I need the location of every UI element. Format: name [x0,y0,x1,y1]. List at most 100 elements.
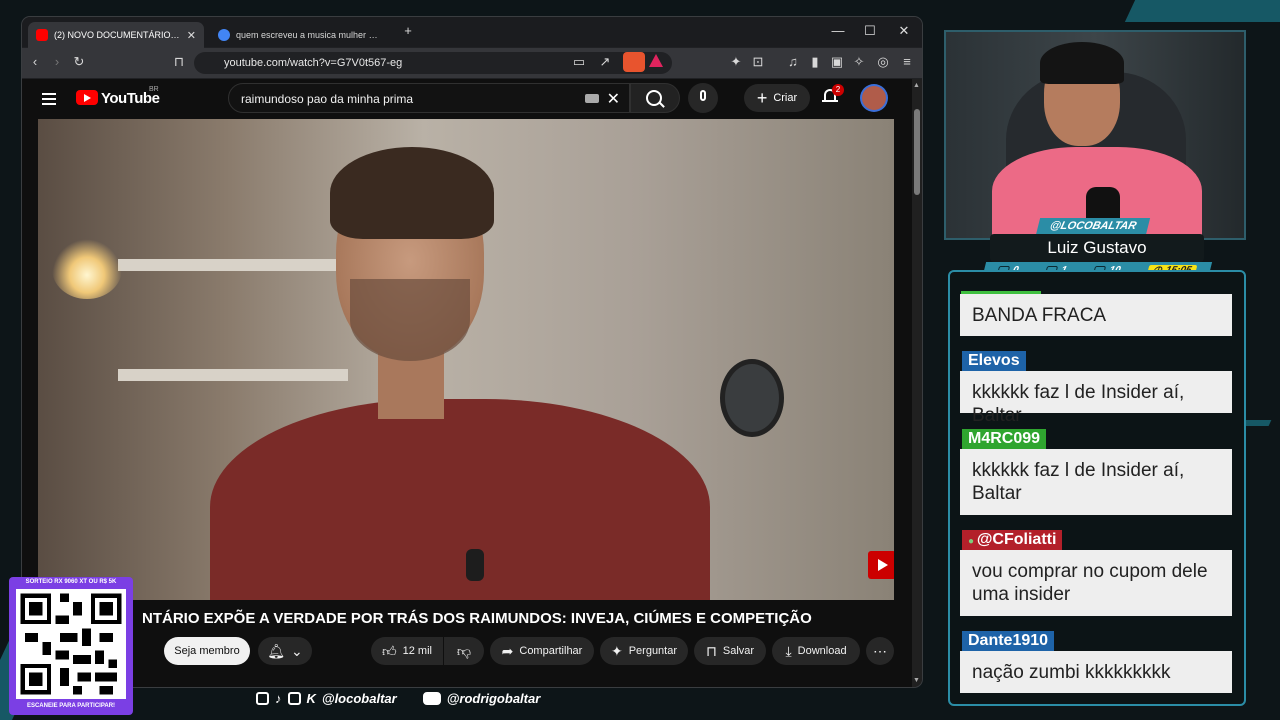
lapel-mic [466,549,484,581]
share-icon[interactable]: ↗ [596,54,614,70]
extensions-icon[interactable]: ✦ [727,54,745,70]
more-icon: ⋯ [873,642,887,659]
instagram-icon [256,691,269,705]
vpn-icon[interactable]: ◎ [874,54,892,70]
download-icon: ⤓ [785,642,792,659]
video-title: NTÁRIO EXPÕE A VERDADE POR TRÁS DOS RAIM… [142,610,812,627]
streamer-handle: @LOCOBALTAR [1035,218,1151,235]
webcam-feed [944,30,1246,240]
plus-icon: + [756,88,768,108]
close-tab-icon[interactable]: ✕ [187,29,196,42]
giveaway-cta: ESCANEIE PARA PARTICIPAR! [26,703,116,709]
chat-username: Elevos [962,351,1026,371]
kick-icon: K [306,690,316,706]
scrollbar-thumb[interactable] [914,109,920,195]
lamp [52,239,122,299]
like-count: 12 mil [402,645,432,657]
clear-search-icon[interactable]: ✕ [607,89,620,109]
social-handle: @locobaltar [321,690,397,706]
chat-message: kkkkkk faz l de Insider aí, Baltar [960,449,1232,515]
ask-label: Perguntar [628,645,678,657]
reload-icon[interactable]: ↻ [70,54,88,70]
chat-message: nação zumbi kkkkkkkkk [960,651,1232,693]
tab-title: quem escreveu a musica mulher de fases -… [236,30,382,40]
youtube-logo-icon[interactable] [76,90,98,105]
create-button[interactable]: + Criar [744,84,810,112]
join-member-button[interactable]: Seja membro [164,637,250,665]
chevron-down-icon: ⌄ [291,642,303,659]
streamer-name: Luiz Gustavo [990,234,1204,262]
google-favicon-icon [218,29,230,41]
account-avatar[interactable] [862,86,886,110]
bell-icon: 🔔︎ [267,642,286,659]
search-input[interactable]: raimundoso pao da minha prima ✕ [228,83,630,113]
browser-window: (2) NOVO DOCUMENTÁRIO EXPÕE ✕ quem escre… [22,17,922,687]
cast-icon[interactable]: ▭ [570,54,588,70]
minimize-icon[interactable]: — [828,23,848,38]
forward-icon[interactable]: › [48,54,66,69]
tab-google[interactable]: quem escreveu a musica mulher de fases -… [210,22,390,48]
person-shirt [210,399,710,600]
maximize-icon[interactable]: ☐ [860,23,880,39]
search-value: raimundoso pao da minha prima [241,92,414,106]
like-button[interactable]: 👍︎ 12 mil [371,637,443,665]
chat-message: kkkkkk faz l de Insider aí, Baltar [960,371,1232,426]
youtube-icon [422,691,441,705]
shelf [118,369,348,381]
music-icon[interactable]: ♫ [784,54,802,69]
dislike-button[interactable]: 👎︎ [444,637,484,665]
url-text: youtube.com/watch?v=G7V0t567-eg [224,57,403,69]
youtube-handle: @rodrigobaltar [446,690,541,706]
keyboard-icon[interactable] [585,94,599,103]
download-button[interactable]: ⤓ Download [772,637,860,665]
chat-message: BANDA FRACA [960,294,1232,336]
notification-badge: 2 [832,84,844,96]
bookmark-icon[interactable]: ⊓ [170,54,188,70]
verified-icon: ● [968,536,977,547]
giveaway-title: SORTEIO RX 9060 XT OU R$ 5K [25,579,117,585]
qr-code-icon [16,589,126,699]
channel-watermark-icon[interactable] [868,551,894,579]
tab-strip: (2) NOVO DOCUMENTÁRIO EXPÕE ✕ quem escre… [22,17,922,48]
tab-title: (2) NOVO DOCUMENTÁRIO EXPÕE [54,30,181,40]
wallet-icon[interactable]: ▣ [828,54,846,70]
video-player[interactable] [38,119,894,600]
new-tab-icon[interactable]: + [398,23,418,38]
chat-message: vou comprar no cupom dele uma insider [960,550,1232,616]
background-streak [1124,0,1280,22]
leo-ai-icon[interactable]: ✧ [850,54,868,70]
screenshot-icon[interactable]: ⊡ [749,54,767,70]
more-actions-button[interactable]: ⋯ [866,637,894,665]
save-button[interactable]: ⊓ Salvar [694,637,766,665]
scrollbar[interactable]: ▲ ▼ [912,79,922,687]
youtube-header: YouTube BR raimundoso pao da minha prima… [22,79,912,119]
back-icon[interactable]: ‹ [26,54,44,69]
create-label: Criar [773,92,798,104]
sidebar-icon[interactable]: ▮ [806,54,824,70]
close-window-icon[interactable]: ✕ [894,23,914,39]
thumbs-down-icon: 👎︎ [456,642,472,659]
brave-rewards-icon[interactable] [649,54,663,67]
hamburger-menu-icon[interactable] [42,90,56,108]
menu-icon[interactable]: ≡ [898,54,916,69]
tab-youtube[interactable]: (2) NOVO DOCUMENTÁRIO EXPÕE ✕ [28,22,204,48]
scroll-up-icon[interactable]: ▲ [913,82,920,89]
voice-search-icon[interactable] [688,83,718,113]
search-button[interactable] [630,83,680,113]
share-button[interactable]: ➦ Compartilhar [490,637,594,665]
subscription-bell-button[interactable]: 🔔︎ ⌄ [258,637,312,665]
chat-username: ● @CFoliatti [962,530,1063,550]
chat-username: M4RC099 [962,429,1047,449]
ask-button[interactable]: ✦ Perguntar [600,637,688,665]
giveaway-qr-card: SORTEIO RX 9060 XT OU R$ 5K ESCANEIE PAR… [9,577,133,715]
toolbar: ‹ › ↻ ⊓ youtube.com/watch?v=G7V0t567-eg … [22,48,922,78]
scroll-down-icon[interactable]: ▼ [913,677,920,684]
youtube-page: YouTube BR raimundoso pao da minha prima… [22,79,912,687]
save-bookmark-icon: ⊓ [705,642,717,659]
save-label: Salvar [722,645,755,657]
tiktok-icon: ♪ [275,690,282,706]
sparkle-icon: ✦ [610,642,623,659]
person-hair [330,147,494,239]
twitch-icon [287,691,301,705]
brave-shields-icon[interactable] [623,52,645,72]
